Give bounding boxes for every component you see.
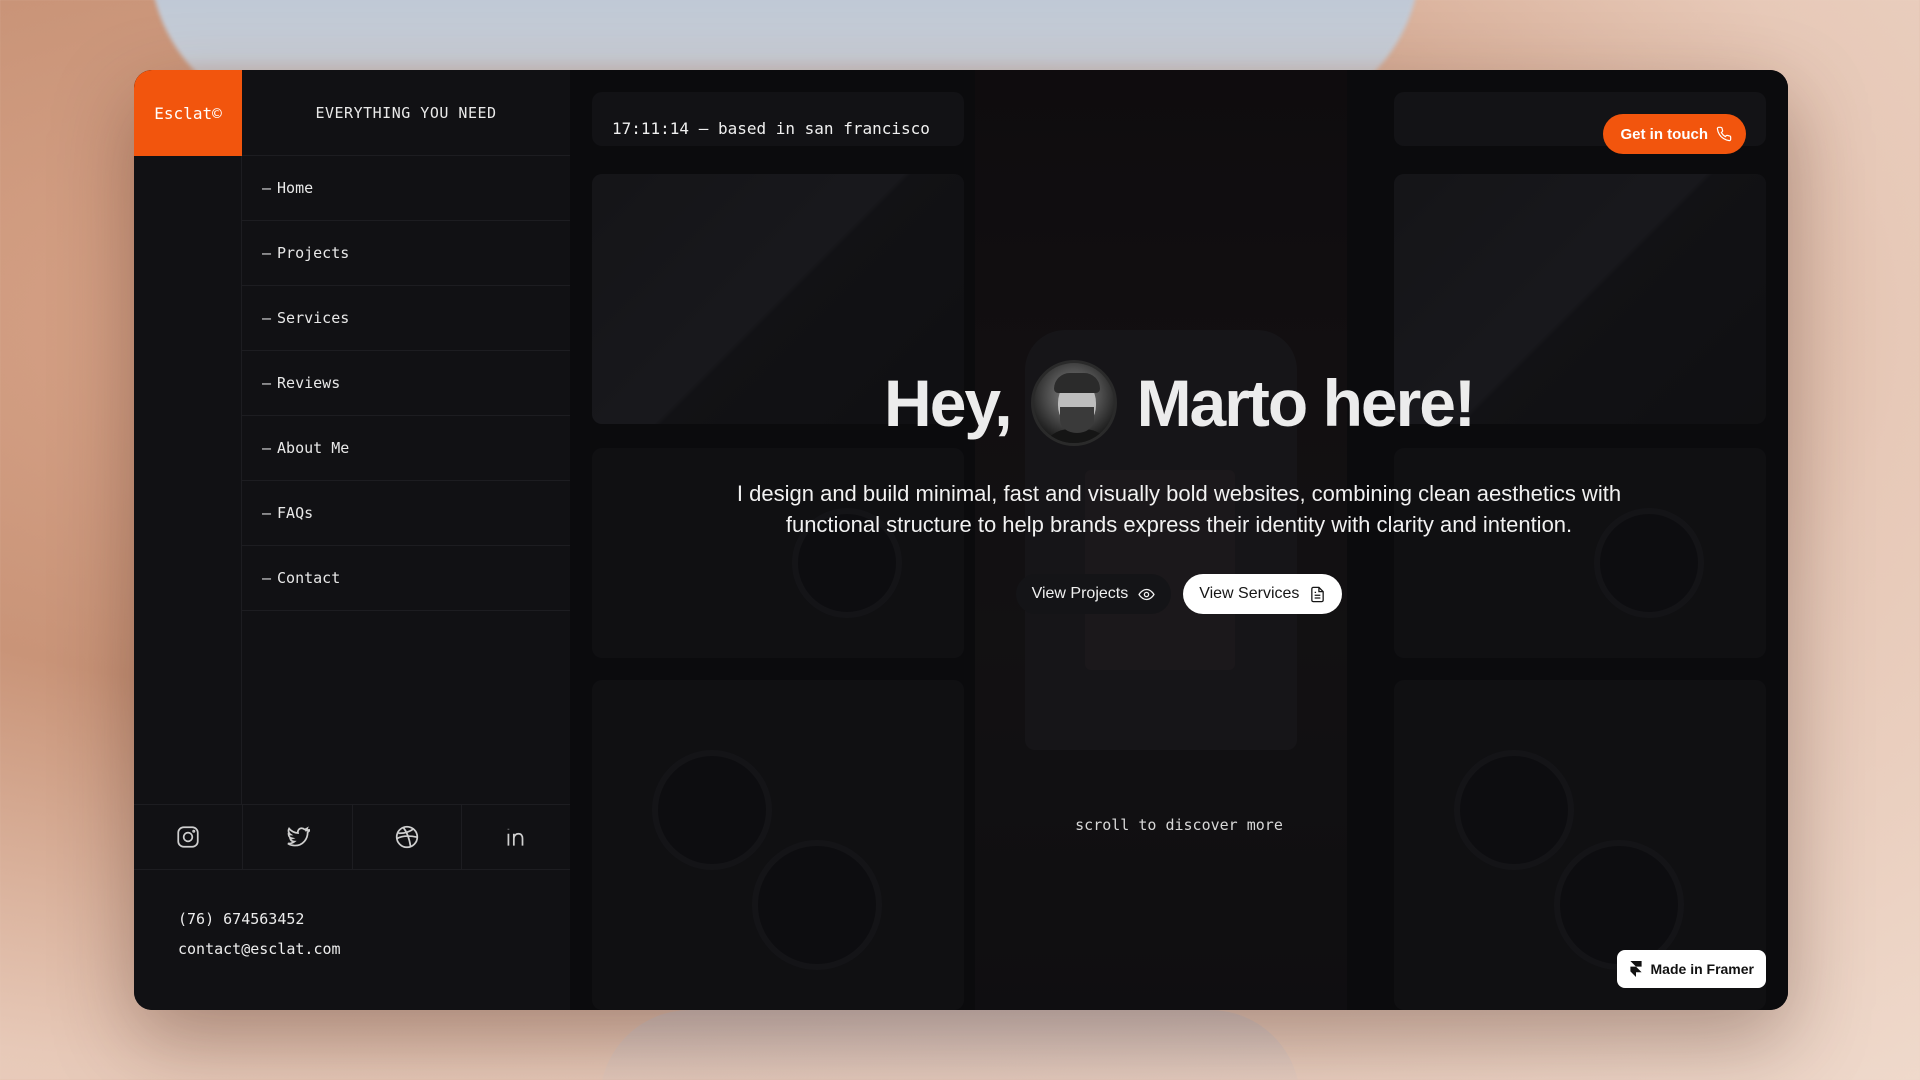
nav-dash: — [262,244,272,262]
sidebar-item-reviews[interactable]: — Reviews [242,351,570,416]
phone-number[interactable]: (76) 674563452 [178,910,570,928]
social-links [134,804,570,870]
name-line: Marto here! [1136,366,1476,440]
sidebar-gutter [134,156,242,804]
sidebar-body: — Home — Projects — Services — Reviews — Abou… [134,156,570,804]
view-projects-button[interactable]: View Projects [1015,574,1172,614]
tagline: EVERYTHING YOU NEED [242,70,570,156]
linkedin-link[interactable] [462,805,570,869]
contact-info: (76) 674563452 contact@esclat.com [134,870,570,1010]
sidebar-header: Esclat© EVERYTHING YOU NEED [134,70,570,156]
nav-dash: — [262,439,272,457]
sidebar-item-faqs[interactable]: — FAQs [242,481,570,546]
sidebar-item-label: Reviews [277,374,341,392]
nav-dash: — [262,309,272,327]
sidebar-item-label: About Me [277,439,350,457]
nav-dash: — [262,504,272,522]
eye-icon [1138,588,1155,600]
sidebar: Esclat© EVERYTHING YOU NEED — Home — Proje… [134,70,570,1010]
brand-logo[interactable]: Esclat© [134,70,242,156]
view-services-label: View Services [1199,585,1300,602]
browser-window: Esclat© EVERYTHING YOU NEED — Home — Proje… [134,70,1788,1010]
twitter-icon [287,826,311,847]
document-icon [1311,586,1325,602]
scroll-hint: scroll to discover more [1075,816,1283,834]
cta-label: Get in touch [1620,125,1709,143]
hero-section: 17:11:14 — based in san francisco Get in… [570,70,1788,1010]
status-bar: 17:11:14 — based in san francisco [592,92,964,146]
twitter-link[interactable] [243,805,353,869]
dribbble-link[interactable] [353,805,462,869]
made-in-framer-badge[interactable]: Made in Framer [1616,950,1766,988]
sidebar-item-services[interactable]: — Services [242,286,570,351]
nav-dash: — [262,569,272,587]
framer-label: Made in Framer [1650,961,1754,977]
instagram-icon [177,826,199,848]
sidebar-item-label: Home [277,179,314,197]
sidebar-item-label: Projects [277,244,350,262]
linkedin-icon [507,828,524,846]
view-projects-label: View Projects [1031,585,1129,602]
view-services-button[interactable]: View Services [1183,574,1343,614]
background-shape-bottom [600,1010,1300,1080]
avatar [1030,360,1117,446]
phone-icon [1716,126,1732,142]
hero-actions: View Projects View Services [570,574,1788,614]
nav-dash: — [262,179,272,197]
email-address[interactable]: contact@esclat.com [178,940,570,958]
hero-subtitle: I design and build minimal, fast and vis… [736,481,1622,537]
instagram-link[interactable] [134,805,244,869]
sidebar-item-label: Services [277,309,350,327]
sidebar-item-home[interactable]: — Home [242,156,570,221]
hero-title: Hey, Marto here! [570,360,1788,446]
sidebar-item-label: FAQs [277,504,314,522]
greeting: Hey, [884,366,1013,440]
sidebar-item-label: Contact [277,569,341,587]
status-text: 17:11:14 — based in san francisco [612,119,930,138]
hero-content: Hey, Marto here! I design and build mini… [570,360,1788,614]
dribbble-icon [395,825,418,849]
sidebar-item-projects[interactable]: — Projects [242,221,570,286]
get-in-touch-button[interactable]: Get in touch [1602,114,1746,154]
sidebar-item-contact[interactable]: — Contact [242,546,570,611]
main-nav: — Home — Projects — Services — Reviews — Abou… [242,156,570,804]
nav-dash: — [262,374,272,392]
framer-icon [1629,961,1642,977]
sidebar-item-about[interactable]: — About Me [242,416,570,481]
